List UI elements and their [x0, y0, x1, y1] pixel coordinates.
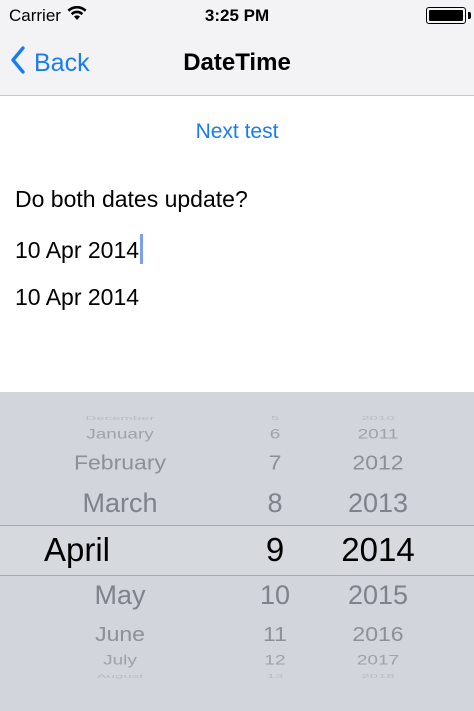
picker-month: June — [95, 622, 145, 646]
question-label: Do both dates update? — [15, 186, 248, 212]
picker-year: 2010 — [361, 415, 395, 422]
picker-day: 5 — [270, 415, 280, 422]
top-chrome: Carrier 3:25 PM Back DateTime — [0, 0, 474, 96]
date-field-2[interactable]: 10 Apr 2014 — [15, 284, 139, 311]
status-time: 3:25 PM — [204, 6, 270, 25]
date-field-2-value: 10 Apr 2014 — [15, 284, 140, 310]
picker-month: January — [86, 427, 154, 443]
picker-day: 10 — [259, 580, 291, 610]
picker-month: July — [103, 653, 137, 669]
next-test-button[interactable]: Next test — [0, 120, 474, 144]
battery-nub — [468, 12, 471, 19]
picker-month: March — [82, 488, 158, 518]
picker-year: 2014 — [341, 531, 415, 568]
picker-row-selected[interactable]: April 9 2014 — [0, 531, 474, 571]
navigation-bar: Back DateTime — [0, 32, 474, 96]
picker-row[interactable]: August 13 2018 — [0, 668, 474, 708]
picker-year: 2013 — [347, 488, 409, 518]
picker-month: April — [44, 531, 111, 568]
picker-row[interactable]: May 10 2015 — [0, 580, 474, 620]
picker-year: 2015 — [347, 580, 409, 610]
picker-day: 12 — [264, 653, 286, 669]
picker-year: 2011 — [357, 427, 399, 443]
picker-day: 13 — [266, 673, 284, 680]
battery-icon — [426, 7, 466, 24]
picker-year: 2016 — [352, 622, 404, 646]
date-field-1-value: 10 Apr 2014 — [15, 237, 140, 264]
picker-day: 9 — [265, 531, 285, 568]
text-caret — [140, 234, 144, 264]
main-content: Next test Do both dates update? 10 Apr 2… — [0, 96, 474, 392]
date-field-1[interactable]: 10 Apr 2014 — [15, 234, 144, 267]
picker-month: May — [94, 580, 146, 610]
picker-day: 11 — [263, 622, 287, 646]
picker-row[interactable]: February 7 2012 — [0, 449, 474, 489]
date-picker[interactable]: December 5 2010 January 6 2011 February 7 2012 Ma… — [0, 392, 474, 711]
picker-year: 2018 — [361, 673, 395, 680]
page-title: DateTime — [183, 49, 291, 76]
picker-day: 6 — [269, 427, 281, 443]
picker-row[interactable]: March 8 2013 — [0, 488, 474, 528]
picker-month: February — [73, 450, 167, 474]
picker-day: 8 — [267, 488, 283, 518]
status-bar: Carrier 3:25 PM — [0, 0, 474, 32]
picker-month: August — [96, 673, 144, 680]
picker-day: 7 — [268, 450, 282, 474]
picker-month: December — [85, 415, 155, 422]
picker-year: 2017 — [356, 653, 400, 669]
picker-year: 2012 — [352, 450, 404, 474]
